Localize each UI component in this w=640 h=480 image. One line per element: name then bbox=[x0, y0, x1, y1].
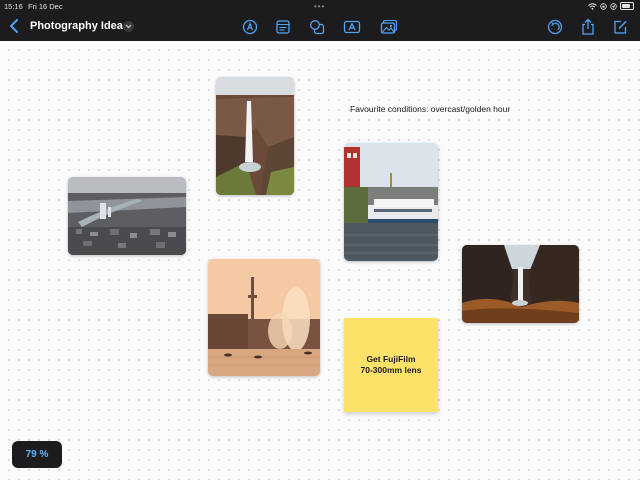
text-note[interactable]: Favourite conditions: overcast/golden ho… bbox=[350, 104, 510, 114]
harbour-boat-photo[interactable] bbox=[344, 143, 438, 261]
sticky-note[interactable]: Get FujiFilm 70-300mm lens bbox=[344, 318, 438, 412]
compose-icon bbox=[614, 20, 627, 34]
board-title[interactable]: Photography Ideas bbox=[30, 20, 129, 32]
sticky-note-line-2: 70-300mm lens bbox=[360, 365, 422, 375]
chevron-down-icon bbox=[125, 24, 132, 29]
new-board-button[interactable] bbox=[610, 17, 630, 37]
multitasking-dots-icon[interactable]: ••• bbox=[314, 3, 325, 11]
pen-tool-button[interactable] bbox=[240, 17, 260, 37]
aerial-city-photo[interactable] bbox=[68, 177, 186, 255]
shapes-icon bbox=[310, 20, 325, 35]
back-button[interactable] bbox=[6, 18, 22, 34]
fountain-golden-hour-image bbox=[208, 259, 320, 376]
system-icons bbox=[588, 2, 634, 10]
waterfall-cliff-photo[interactable] bbox=[216, 77, 294, 195]
orientation-lock-icon bbox=[600, 2, 607, 10]
aerial-city-image bbox=[68, 177, 186, 255]
text-box-icon bbox=[276, 20, 290, 34]
battery-icon bbox=[620, 2, 634, 10]
text-tool-button[interactable] bbox=[342, 17, 362, 37]
shapes-tool-button[interactable] bbox=[307, 17, 327, 37]
top-bar: 15:16 Fri 16 Dec ••• Photography Ideas bbox=[0, 0, 640, 41]
wifi-icon bbox=[588, 2, 597, 10]
undo-button[interactable] bbox=[545, 17, 565, 37]
status-time: 15:16 bbox=[4, 2, 23, 11]
share-icon bbox=[582, 18, 594, 35]
title-menu-button[interactable] bbox=[123, 21, 134, 32]
text-icon bbox=[343, 20, 361, 34]
sticky-note-line-1: Get FujiFilm bbox=[366, 354, 416, 364]
share-button[interactable] bbox=[578, 17, 598, 37]
pen-icon bbox=[242, 19, 258, 35]
photo-icon bbox=[380, 19, 398, 34]
harbour-boat-image bbox=[344, 143, 438, 261]
location-icon bbox=[610, 2, 617, 10]
text-box-tool-button[interactable] bbox=[273, 17, 293, 37]
photo-tool-button[interactable] bbox=[379, 17, 399, 37]
undo-icon bbox=[547, 19, 563, 35]
fountain-golden-hour-photo[interactable] bbox=[208, 259, 320, 376]
zoom-level-button[interactable]: 79 % bbox=[12, 441, 62, 468]
waterfall-basalt-photo[interactable] bbox=[462, 245, 579, 323]
waterfall-cliff-image bbox=[216, 77, 294, 195]
waterfall-basalt-image bbox=[462, 245, 579, 323]
back-chevron-icon bbox=[10, 19, 18, 33]
status-date: Fri 16 Dec bbox=[28, 2, 63, 11]
